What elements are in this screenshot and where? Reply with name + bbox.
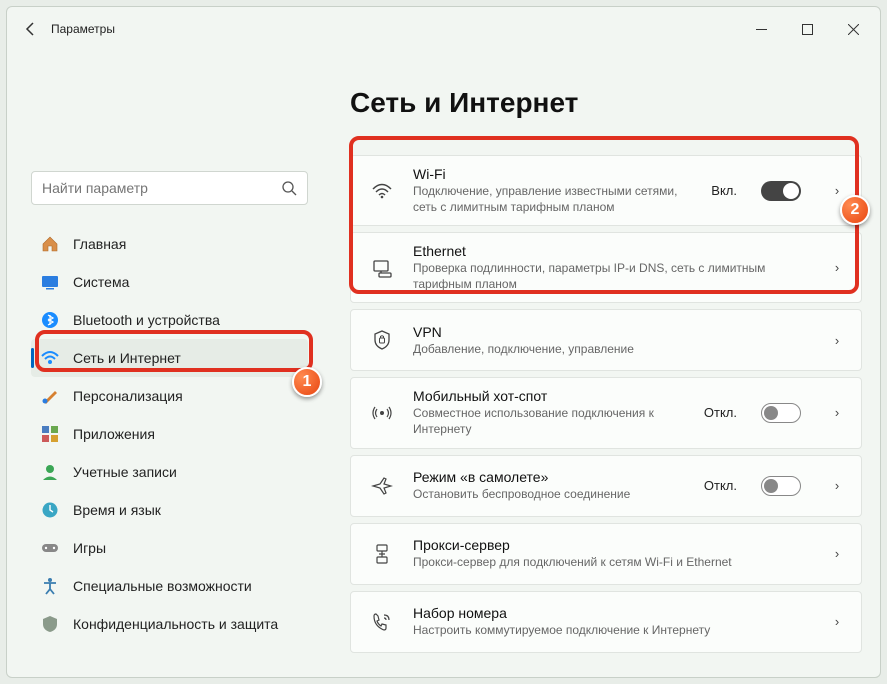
card-ethernet[interactable]: Ethernet Проверка подлинности, параметры… (350, 232, 862, 303)
nav-label: Приложения (73, 426, 155, 442)
nav-personalization[interactable]: Персонализация (31, 377, 308, 415)
chevron-right-icon: › (827, 546, 847, 561)
search-box[interactable] (31, 171, 308, 205)
settings-list: Wi-Fi Подключение, управление известными… (350, 155, 862, 653)
annotation-marker-2: 2 (840, 195, 870, 225)
bluetooth-icon (41, 311, 59, 329)
nav-label: Время и язык (73, 502, 161, 518)
nav-accessibility[interactable]: Специальные возможности (31, 567, 308, 605)
wifi-icon (369, 180, 395, 202)
airplane-icon (369, 475, 395, 497)
hotspot-status: Откл. (704, 405, 737, 420)
shield-icon (41, 615, 59, 633)
close-button[interactable] (830, 13, 876, 45)
nav-apps[interactable]: Приложения (31, 415, 308, 453)
card-desc: Проверка подлинности, параметры IP-и DNS… (413, 261, 801, 292)
card-proxy[interactable]: Прокси-сервер Прокси-сервер для подключе… (350, 523, 862, 585)
accessibility-icon (41, 577, 59, 595)
sidebar: Главная Система Bluetooth и устройства С… (7, 51, 322, 677)
card-title: VPN (413, 324, 801, 340)
nav-label: Игры (73, 540, 106, 556)
chevron-right-icon: › (827, 478, 847, 493)
page-title: Сеть и Интернет (350, 87, 862, 119)
clock-icon (41, 501, 59, 519)
proxy-icon (369, 543, 395, 565)
chevron-right-icon: › (827, 405, 847, 420)
card-title: Wi-Fi (413, 166, 693, 182)
card-title: Мобильный хот-спот (413, 388, 686, 404)
chevron-right-icon: › (827, 183, 847, 198)
nav-label: Bluetooth и устройства (73, 312, 220, 328)
search-input[interactable] (42, 180, 282, 196)
nav-system[interactable]: Система (31, 263, 308, 301)
settings-window: Параметры Главная Система (6, 6, 881, 678)
main-panel: Сеть и Интернет Wi-Fi Подключение, управ… (322, 51, 880, 677)
card-title: Прокси-сервер (413, 537, 801, 553)
airplane-status: Откл. (704, 478, 737, 493)
wifi-status: Вкл. (711, 183, 737, 198)
nav-gaming[interactable]: Игры (31, 529, 308, 567)
hotspot-toggle[interactable] (761, 403, 801, 423)
card-desc: Подключение, управление известными сетям… (413, 184, 693, 215)
nav-bluetooth[interactable]: Bluetooth и устройства (31, 301, 308, 339)
window-controls (738, 13, 876, 45)
home-icon (41, 235, 59, 253)
lock-shield-icon (369, 329, 395, 351)
apps-icon (41, 425, 59, 443)
card-vpn[interactable]: VPN Добавление, подключение, управление … (350, 309, 862, 371)
nav-label: Сеть и Интернет (73, 350, 181, 366)
card-desc: Прокси-сервер для подключений к сетям Wi… (413, 555, 801, 571)
chevron-right-icon: › (827, 614, 847, 629)
nav-label: Главная (73, 236, 126, 252)
chevron-right-icon: › (827, 333, 847, 348)
nav-label: Конфиденциальность и защита (73, 616, 278, 632)
nav-label: Персонализация (73, 388, 183, 404)
nav-privacy[interactable]: Конфиденциальность и защита (31, 605, 308, 643)
nav-label: Учетные записи (73, 464, 177, 480)
card-dialup[interactable]: Набор номера Настроить коммутируемое под… (350, 591, 862, 653)
chevron-right-icon: › (827, 260, 847, 275)
window-title: Параметры (51, 22, 115, 36)
card-desc: Добавление, подключение, управление (413, 342, 801, 358)
card-title: Набор номера (413, 605, 801, 621)
search-icon (282, 181, 297, 196)
person-icon (41, 463, 59, 481)
card-desc: Настроить коммутируемое подключение к Ин… (413, 623, 801, 639)
wifi-toggle[interactable] (761, 181, 801, 201)
hotspot-icon (369, 402, 395, 424)
nav-label: Система (73, 274, 129, 290)
card-title: Режим «в самолете» (413, 469, 686, 485)
maximize-button[interactable] (784, 13, 830, 45)
nav-list: Главная Система Bluetooth и устройства С… (31, 225, 308, 643)
nav-accounts[interactable]: Учетные записи (31, 453, 308, 491)
nav-network[interactable]: Сеть и Интернет (31, 339, 308, 377)
annotation-marker-1: 1 (292, 367, 322, 397)
card-airplane[interactable]: Режим «в самолете» Остановить беспроводн… (350, 455, 862, 517)
card-title: Ethernet (413, 243, 801, 259)
card-hotspot[interactable]: Мобильный хот-спот Совместное использова… (350, 377, 862, 448)
wifi-icon (41, 349, 59, 367)
back-button[interactable] (11, 9, 51, 49)
minimize-button[interactable] (738, 13, 784, 45)
gamepad-icon (41, 539, 59, 557)
card-desc: Остановить беспроводное соединение (413, 487, 686, 503)
system-icon (41, 273, 59, 291)
nav-home[interactable]: Главная (31, 225, 308, 263)
titlebar: Параметры (7, 7, 880, 51)
nav-time[interactable]: Время и язык (31, 491, 308, 529)
ethernet-icon (369, 257, 395, 279)
airplane-toggle[interactable] (761, 476, 801, 496)
card-wifi[interactable]: Wi-Fi Подключение, управление известными… (350, 155, 862, 226)
phone-icon (369, 611, 395, 633)
card-desc: Совместное использование подключения к И… (413, 406, 686, 437)
nav-label: Специальные возможности (73, 578, 252, 594)
brush-icon (41, 387, 59, 405)
